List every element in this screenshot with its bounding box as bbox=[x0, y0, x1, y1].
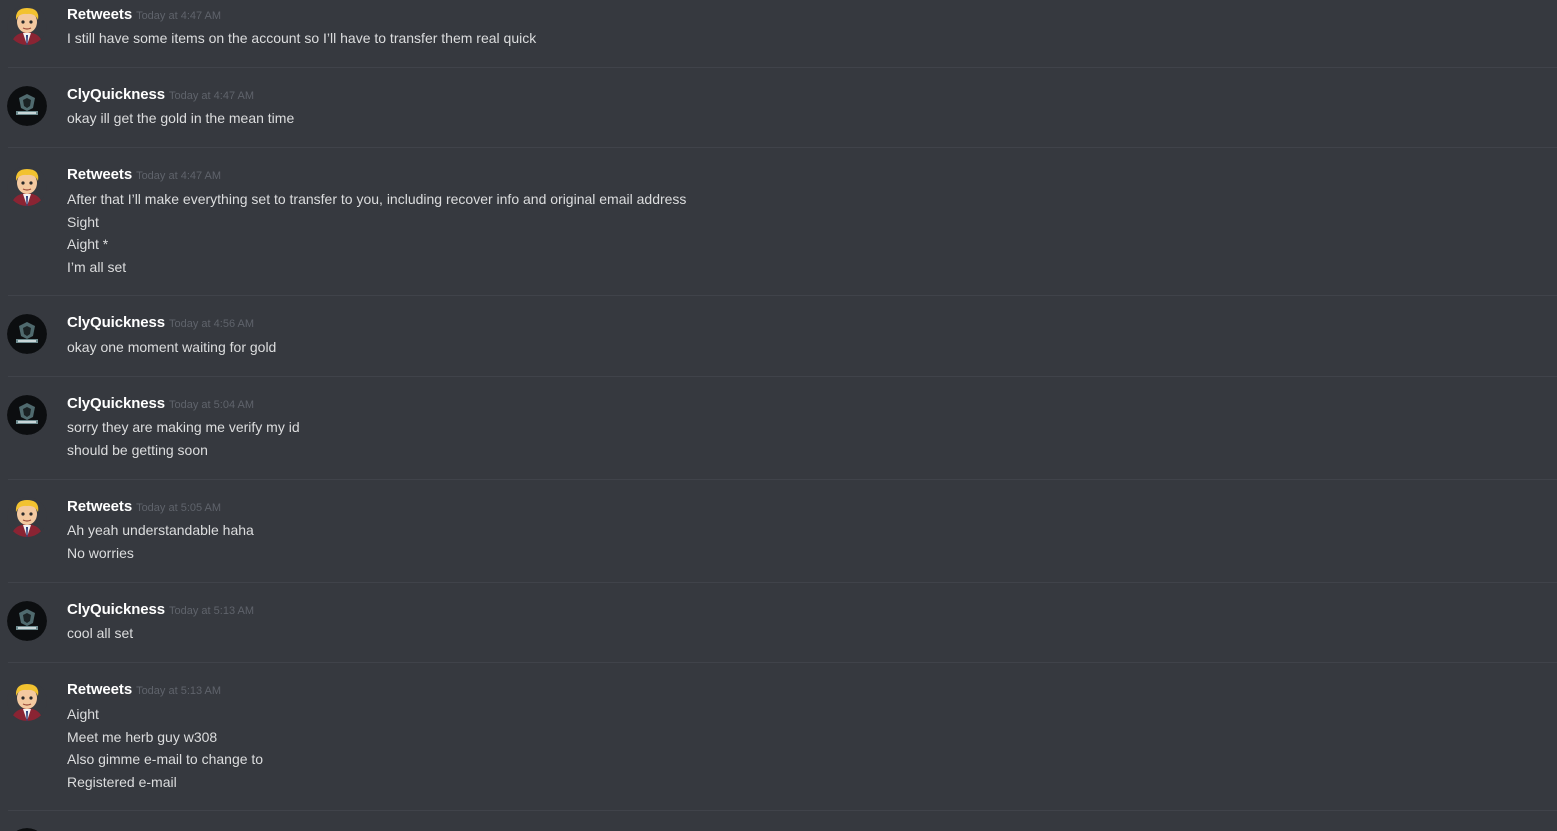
message-divider bbox=[8, 810, 1557, 811]
chat-message-list[interactable]: Retweets Today at 4:47 AM I still have so… bbox=[0, 0, 1557, 831]
message-text: cool all set bbox=[67, 625, 134, 641]
message-header: ClyQuickness Today at 4:47 AM bbox=[67, 86, 254, 106]
cartoon-man-avatar-icon[interactable] bbox=[7, 497, 47, 537]
message-header: Retweets Today at 4:47 AM bbox=[67, 166, 221, 186]
username[interactable]: Retweets bbox=[67, 681, 132, 698]
cartoon-man-avatar-icon[interactable] bbox=[7, 5, 47, 45]
dark-clan-logo-avatar-icon[interactable] bbox=[7, 395, 47, 435]
message-content: okay one moment waiting for gold bbox=[67, 336, 276, 359]
message-text: okay one moment waiting for gold bbox=[67, 339, 277, 355]
message-divider bbox=[8, 376, 1557, 377]
message-text: I’m all set bbox=[67, 258, 127, 275]
timestamp[interactable]: Today at 5:04 AM bbox=[169, 399, 254, 411]
message-content: cool all set bbox=[67, 622, 133, 645]
message-content: I still have some items on the account s… bbox=[67, 27, 536, 50]
message-header: ClyQuickness Today at 5:13 AM bbox=[67, 601, 254, 621]
timestamp[interactable]: Today at 4:56 AM bbox=[169, 318, 254, 330]
dark-clan-logo-avatar-icon[interactable] bbox=[7, 86, 47, 126]
message-text: Aight * bbox=[67, 236, 109, 252]
message-text: Also gimme e-mail to change to bbox=[67, 751, 264, 767]
message-header: Retweets Today at 5:13 AM bbox=[67, 681, 221, 701]
timestamp[interactable]: Today at 4:47 AM bbox=[136, 170, 221, 182]
message-header: ClyQuickness Today at 5:04 AM bbox=[67, 395, 254, 415]
timestamp[interactable]: Today at 4:47 AM bbox=[169, 90, 254, 102]
message-content: Ah yeah understandable haha No worries bbox=[67, 519, 254, 564]
message-divider bbox=[8, 582, 1557, 583]
message-divider bbox=[8, 67, 1557, 68]
message-header: ClyQuickness Today at 4:56 AM bbox=[67, 314, 254, 334]
username[interactable]: ClyQuickness bbox=[67, 395, 165, 412]
dark-clan-logo-avatar-icon[interactable] bbox=[7, 601, 47, 641]
message-content: Aight Meet me herb guy w308 Also gimme e… bbox=[67, 703, 263, 793]
dark-clan-logo-avatar-icon[interactable] bbox=[7, 314, 47, 354]
message-text: Aight bbox=[67, 706, 99, 722]
cartoon-man-avatar-icon[interactable] bbox=[7, 681, 47, 721]
cartoon-man-avatar-icon[interactable] bbox=[7, 166, 47, 206]
username[interactable]: ClyQuickness bbox=[67, 601, 165, 618]
message-header: Retweets Today at 4:47 AM bbox=[67, 6, 221, 26]
username[interactable]: Retweets bbox=[67, 166, 132, 183]
message-text: Meet me herb guy w308 bbox=[67, 728, 218, 745]
timestamp[interactable]: Today at 5:05 AM bbox=[136, 502, 221, 514]
message-text: sorry they are making me verify my id bbox=[67, 419, 300, 435]
message-divider bbox=[8, 479, 1557, 480]
message-content: okay ill get the gold in the mean time bbox=[67, 107, 294, 130]
message-header: Retweets Today at 5:05 AM bbox=[67, 498, 221, 518]
message-divider bbox=[8, 147, 1557, 148]
username[interactable]: Retweets bbox=[67, 498, 132, 515]
message-text: After that I’ll make everything set to t… bbox=[67, 191, 687, 207]
message-text: Registered e-mail bbox=[67, 773, 177, 790]
timestamp[interactable]: Today at 5:13 AM bbox=[136, 685, 221, 697]
username[interactable]: ClyQuickness bbox=[67, 86, 165, 103]
message-divider bbox=[8, 295, 1557, 296]
message-text: Ah yeah understandable haha bbox=[67, 522, 254, 538]
message-content: sorry they are making me verify my id sh… bbox=[67, 416, 300, 461]
message-text: I still have some items on the account s… bbox=[67, 30, 537, 46]
username[interactable]: ClyQuickness bbox=[67, 314, 165, 331]
message-divider bbox=[8, 662, 1557, 663]
message-text: Sight bbox=[67, 213, 99, 230]
timestamp[interactable]: Today at 5:13 AM bbox=[169, 605, 254, 617]
message-content: After that I’ll make everything set to t… bbox=[67, 188, 686, 278]
username[interactable]: Retweets bbox=[67, 6, 132, 23]
message-text: okay ill get the gold in the mean time bbox=[67, 110, 295, 126]
timestamp[interactable]: Today at 4:47 AM bbox=[136, 10, 221, 22]
message-text: No worries bbox=[67, 544, 134, 561]
message-text: should be getting soon bbox=[67, 441, 208, 458]
